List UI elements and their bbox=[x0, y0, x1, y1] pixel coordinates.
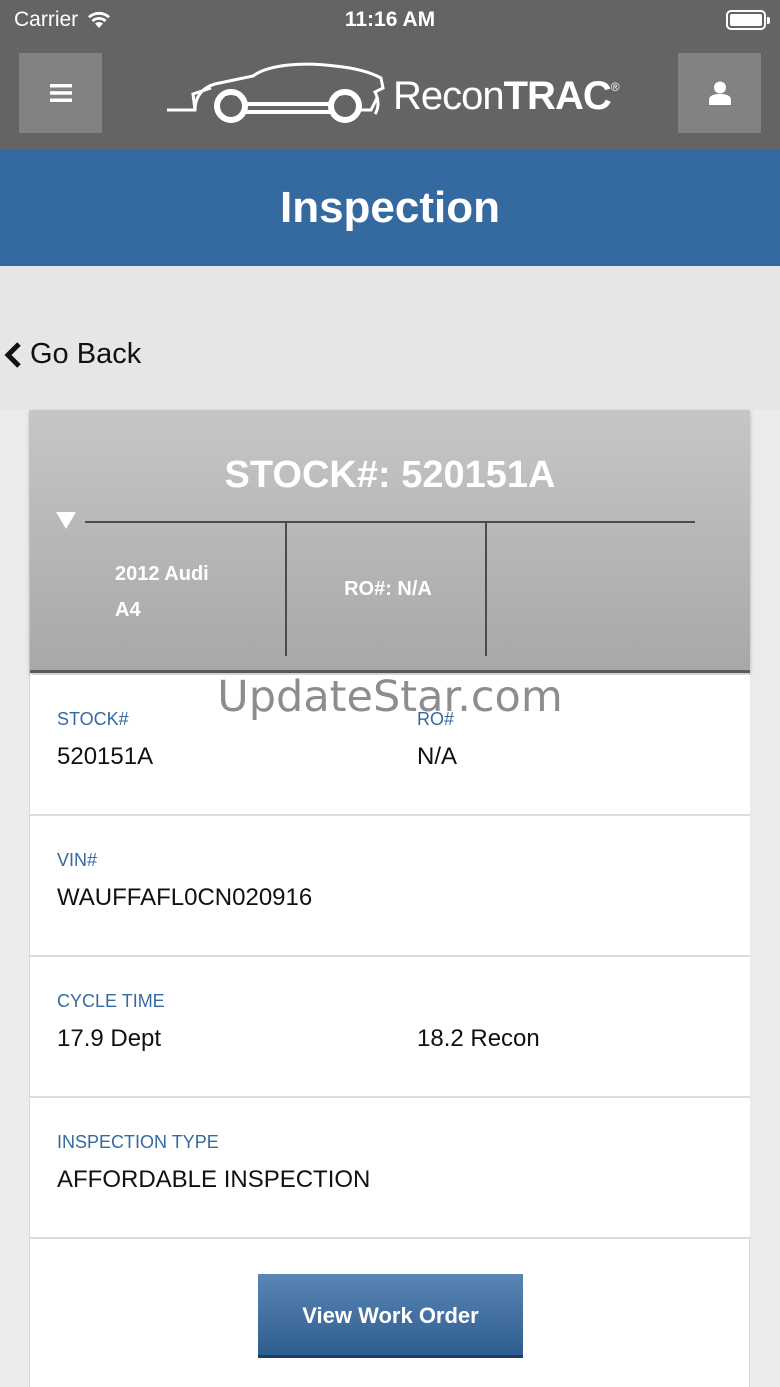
inspection-type-value: AFFORDABLE INSPECTION bbox=[57, 1166, 371, 1193]
car-wrench-icon bbox=[167, 62, 385, 123]
divider bbox=[85, 521, 695, 523]
watermark: UpdateStar.com bbox=[217, 672, 563, 722]
logo-wordmark: ReconTRAC® bbox=[393, 74, 620, 118]
panel-edge-left bbox=[0, 410, 30, 1387]
cycle-time-label: CYCLE TIME bbox=[57, 991, 165, 1011]
detail-row-vin: VIN# WAUFFAFL0CN020916 bbox=[30, 816, 750, 957]
vin-label: VIN# bbox=[57, 850, 98, 870]
app-header: Carrier 11:16 AM ReconTRAC® bbox=[0, 0, 780, 150]
detail-row-inspection-type: INSPECTION TYPE AFFORDABLE INSPECTION bbox=[30, 1098, 750, 1239]
ro-summary: RO#: N/A bbox=[344, 578, 432, 600]
hamburger-icon bbox=[49, 84, 72, 102]
detail-row-cycle-time: CYCLE TIME 17.9 Dept 18.2 Recon bbox=[30, 957, 750, 1098]
page-title: Inspection bbox=[0, 150, 780, 266]
battery-icon bbox=[726, 10, 770, 30]
user-icon bbox=[708, 81, 731, 105]
vehicle-year-make: 2012 Audi bbox=[115, 563, 209, 585]
user-button[interactable] bbox=[678, 53, 761, 133]
inspection-type-label: INSPECTION TYPE bbox=[57, 1132, 219, 1152]
chevron-left-icon bbox=[4, 341, 21, 368]
status-bar: Carrier 11:16 AM bbox=[0, 0, 780, 40]
view-work-order-button[interactable]: View Work Order bbox=[258, 1274, 523, 1358]
cycle-time-recon: 18.2 Recon bbox=[417, 1025, 540, 1052]
cycle-time-dept: 17.9 Dept bbox=[57, 1025, 162, 1052]
status-time: 11:16 AM bbox=[344, 8, 436, 31]
vehicle-summary-card[interactable]: STOCK#: 520151A 2012 Audi A4 RO#: N/A bbox=[30, 410, 750, 673]
stock-title: STOCK#: 520151A bbox=[224, 454, 556, 496]
vehicle-name: 2012 Audi A4 bbox=[115, 556, 275, 628]
divider bbox=[285, 523, 287, 656]
panel-edge-right bbox=[749, 410, 780, 1387]
collapse-toggle-icon[interactable] bbox=[56, 512, 76, 529]
recontrac-logo: ReconTRAC® bbox=[165, 58, 625, 130]
vehicle-model: A4 bbox=[115, 599, 141, 621]
ro-value: N/A bbox=[417, 743, 458, 770]
stock-value: 520151A bbox=[57, 743, 154, 770]
vin-value: WAUFFAFL0CN020916 bbox=[57, 884, 313, 911]
go-back-link[interactable]: Go Back bbox=[4, 338, 141, 371]
go-back-label: Go Back bbox=[30, 338, 142, 370]
menu-button[interactable] bbox=[19, 53, 102, 133]
